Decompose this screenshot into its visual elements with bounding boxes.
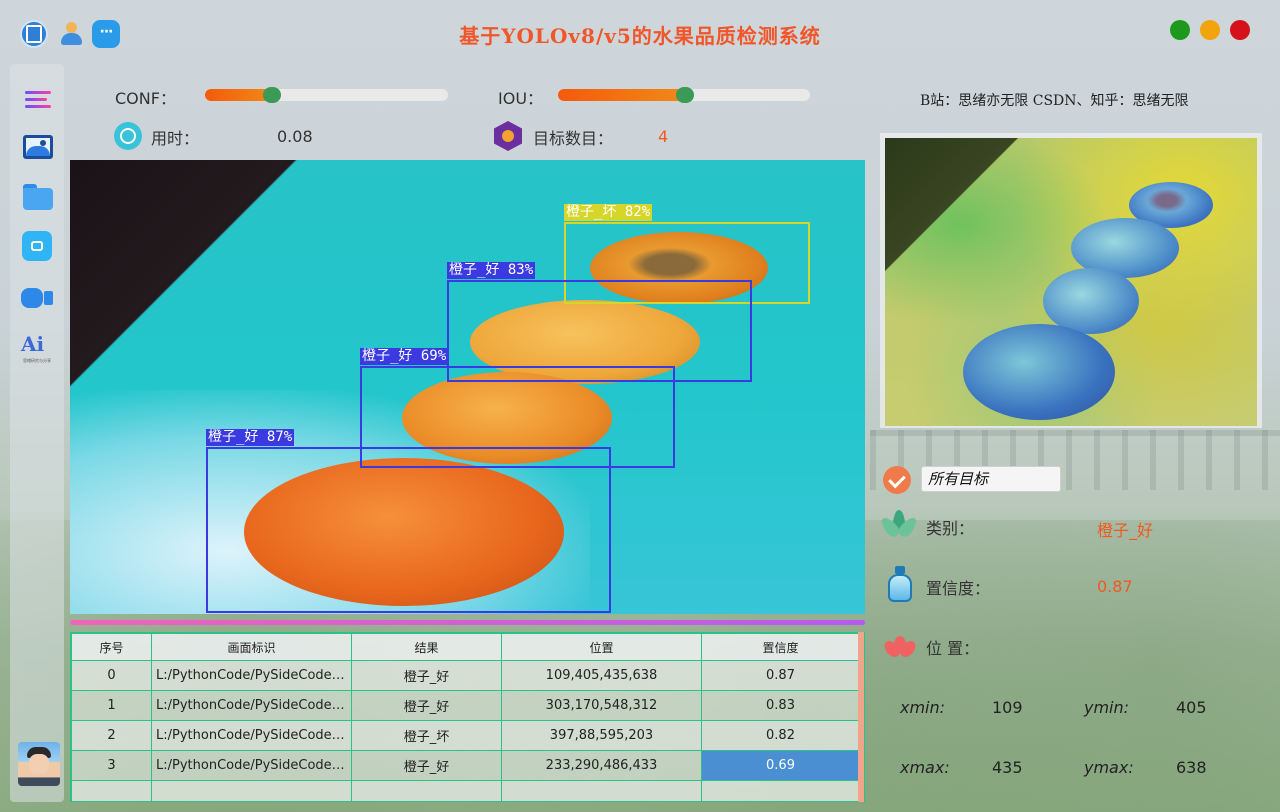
class-label: 类别： xyxy=(926,519,975,538)
header-source[interactable]: 画面标识 xyxy=(151,633,352,661)
header-index[interactable]: 序号 xyxy=(71,633,152,661)
minimize-button[interactable] xyxy=(1200,20,1220,40)
cell-confidence-selected[interactable]: 0.69 xyxy=(701,750,860,781)
logo-text: Ai xyxy=(21,332,45,356)
xmax-value: 435 xyxy=(992,758,1023,777)
bbox-label: 橙子_好 87% xyxy=(206,429,295,446)
iou-label: IOU： xyxy=(498,89,544,108)
header-position[interactable]: 位置 xyxy=(501,633,702,661)
image-divider xyxy=(70,620,865,625)
sidebar: Ai 思绪研究与分享 xyxy=(10,64,64,802)
cell-index[interactable]: 2 xyxy=(71,720,152,751)
logo-icon[interactable]: Ai 思绪研究与分享 xyxy=(21,332,53,364)
bbox xyxy=(206,447,611,613)
clock-icon xyxy=(114,122,142,150)
cell-index[interactable]: 1 xyxy=(71,690,152,721)
video-icon[interactable] xyxy=(21,282,53,314)
cell-result[interactable]: 橙子_好 xyxy=(351,660,502,691)
author-credit: B站：思绪亦无限 CSDN、知乎：思绪无限 xyxy=(920,93,1189,109)
cell-position[interactable]: 109,405,435,638 xyxy=(501,660,702,691)
class-value: 橙子_好 xyxy=(1097,521,1154,540)
table-row[interactable]: 2 L:/PythonCode/PySideCode/... 橙子_坏 397,… xyxy=(71,720,860,751)
cell-index[interactable]: 0 xyxy=(71,660,152,691)
menu-icon[interactable] xyxy=(21,84,53,116)
ymin-value: 405 xyxy=(1176,698,1207,717)
avatar[interactable] xyxy=(18,742,60,786)
xmax-label: xmax: xyxy=(900,758,950,777)
conf-slider-handle[interactable] xyxy=(263,87,281,103)
confidence-label: 置信度： xyxy=(926,579,991,598)
table-row-empty xyxy=(71,780,860,801)
xmin-label: xmin: xyxy=(900,698,946,717)
cell-position[interactable]: 303,170,548,312 xyxy=(501,690,702,721)
detection-image: 橙子_坏 82% 橙子_好 83% 橙子_好 69% 橙子_好 87% xyxy=(70,160,865,614)
xmin-value: 109 xyxy=(992,698,1023,717)
iou-slider[interactable] xyxy=(558,87,810,103)
confidence-value: 0.87 xyxy=(1097,577,1133,596)
bottle-icon xyxy=(886,566,920,602)
table-header-row: 序号 画面标识 结果 位置 置信度 xyxy=(71,633,860,661)
bbox-label: 橙子_好 69% xyxy=(360,348,449,365)
conf-slider[interactable] xyxy=(205,87,448,103)
logo-subtitle: 思绪研究与分享 xyxy=(23,358,51,363)
cell-confidence[interactable]: 0.82 xyxy=(701,720,860,751)
app-title: 基于YOLOv8/v5的水果品质检测系统 xyxy=(459,24,821,48)
ymin-label: ymin: xyxy=(1084,698,1130,717)
iou-slider-handle[interactable] xyxy=(676,87,694,103)
cell-confidence[interactable]: 0.83 xyxy=(701,690,860,721)
position-label: 位 置： xyxy=(926,639,980,658)
bbox-label: 橙子_好 83% xyxy=(447,262,536,279)
table-scrollbar[interactable] xyxy=(858,632,864,802)
target-select[interactable]: 所有目标 xyxy=(921,466,1061,492)
folder-icon[interactable] xyxy=(21,180,53,212)
conf-label: CONF： xyxy=(115,89,176,108)
cell-result[interactable]: 橙子_好 xyxy=(351,690,502,721)
cell-position[interactable]: 397,88,595,203 xyxy=(501,720,702,751)
table-row[interactable]: 3 L:/PythonCode/PySideCode/... 橙子_好 233,… xyxy=(71,750,860,781)
close-button[interactable] xyxy=(1230,20,1250,40)
cell-index[interactable]: 3 xyxy=(71,750,152,781)
cell-position[interactable]: 233,290,486,433 xyxy=(501,750,702,781)
cell-confidence[interactable]: 0.87 xyxy=(701,660,860,691)
table-row[interactable]: 1 L:/PythonCode/PySideCode/... 橙子_好 303,… xyxy=(71,690,860,721)
table-row[interactable]: 0 L:/PythonCode/PySideCode/... 橙子_好 109,… xyxy=(71,660,860,691)
time-label: 用时： xyxy=(151,129,200,148)
count-label: 目标数目： xyxy=(533,129,614,148)
lotus-icon xyxy=(881,630,919,666)
ymax-label: ymax: xyxy=(1084,758,1134,777)
maximize-button[interactable] xyxy=(1170,20,1190,40)
ymax-value: 638 xyxy=(1176,758,1207,777)
time-value: 0.08 xyxy=(277,127,313,146)
results-table[interactable]: 序号 画面标识 结果 位置 置信度 0 L:/PythonCode/PySide… xyxy=(70,632,865,802)
cell-result[interactable]: 橙子_坏 xyxy=(351,720,502,751)
cell-source[interactable]: L:/PythonCode/PySideCode/... xyxy=(151,660,352,691)
camera-icon[interactable] xyxy=(21,230,53,262)
cell-source[interactable]: L:/PythonCode/PySideCode/... xyxy=(151,690,352,721)
count-value: 4 xyxy=(658,127,669,146)
leaf-icon xyxy=(878,508,920,544)
cell-result[interactable]: 橙子_好 xyxy=(351,750,502,781)
image-icon[interactable] xyxy=(21,132,53,164)
header-result[interactable]: 结果 xyxy=(351,633,502,661)
bbox-label: 橙子_坏 82% xyxy=(564,204,653,221)
heatmap-image xyxy=(885,138,1257,426)
cell-source[interactable]: L:/PythonCode/PySideCode/... xyxy=(151,750,352,781)
header-confidence[interactable]: 置信度 xyxy=(701,633,860,661)
target-icon xyxy=(494,121,522,151)
cell-source[interactable]: L:/PythonCode/PySideCode/... xyxy=(151,720,352,751)
check-icon xyxy=(883,466,911,494)
